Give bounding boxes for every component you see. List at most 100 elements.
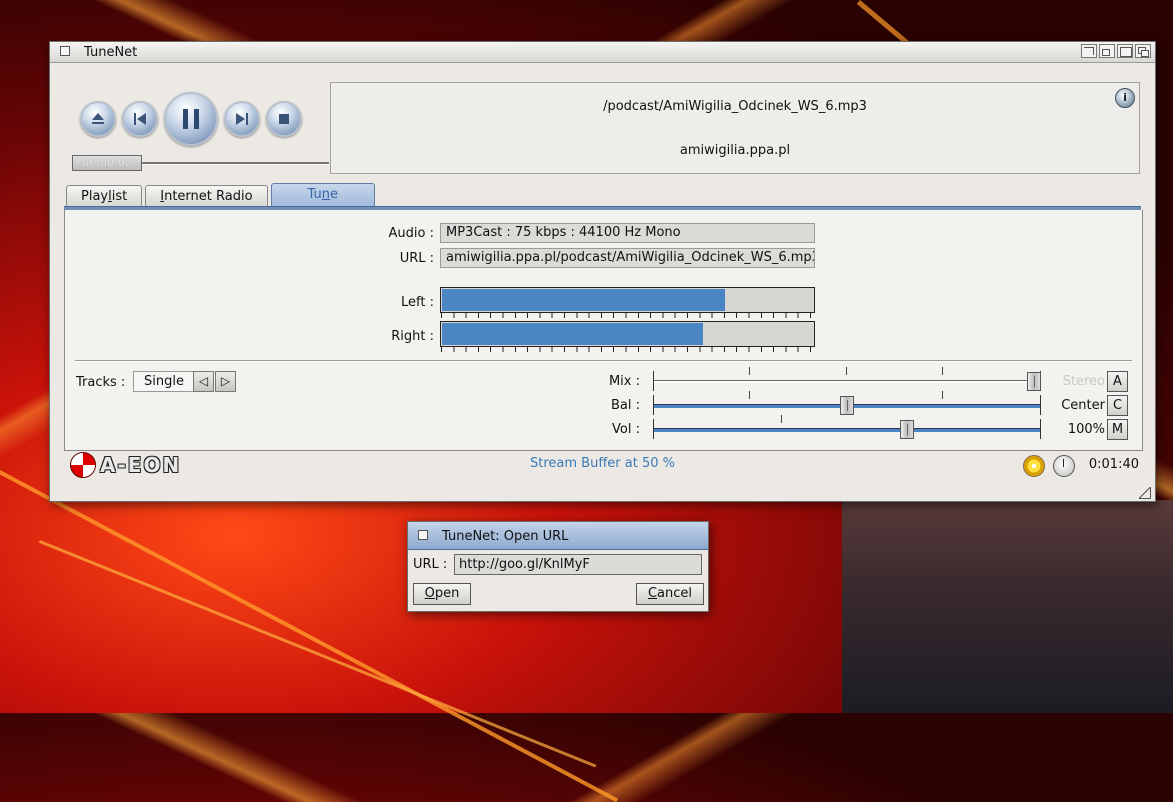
- eject-button[interactable]: [80, 101, 116, 137]
- button-label: pen: [434, 586, 460, 601]
- tab-bar: Playlist Internet Radio Tune: [66, 183, 375, 207]
- slider-edge: [653, 419, 654, 439]
- close-window-button[interactable]: [60, 46, 70, 56]
- slider-edge: [653, 371, 654, 391]
- right-level-fill: [442, 323, 703, 345]
- play-time: 0:01:40: [1088, 457, 1139, 472]
- window-title: TuneNet: [84, 45, 138, 60]
- iconify-button[interactable]: [1081, 44, 1097, 58]
- tab-label: ist: [111, 189, 128, 204]
- meter-ticks: [441, 312, 814, 318]
- audio-info-field: MP3Cast : 75 kbps : 44100 Hz Mono: [440, 223, 815, 243]
- mix-slider[interactable]: [653, 367, 1041, 391]
- balance-center-button[interactable]: C: [1107, 395, 1128, 416]
- slider-track: [653, 428, 1041, 432]
- clock-icon[interactable]: [1053, 455, 1075, 477]
- slider-edge: [653, 395, 654, 415]
- volume-value-label: 100%: [1067, 422, 1105, 437]
- info-icon[interactable]: i: [1115, 88, 1135, 108]
- pause-icon: [183, 109, 199, 129]
- cd-icon[interactable]: [1023, 455, 1045, 477]
- tracks-cycle[interactable]: Single: [133, 371, 195, 392]
- resize-handle[interactable]: [1139, 487, 1151, 499]
- slider-track: [653, 380, 1041, 383]
- dialog-title: TuneNet: Open URL: [442, 529, 569, 544]
- tracks-next-button[interactable]: ▷: [215, 371, 236, 392]
- left-level-meter: [440, 287, 815, 318]
- tracks-label: Tracks :: [76, 375, 126, 390]
- slider-tick: [749, 367, 750, 375]
- stop-button[interactable]: [266, 101, 302, 137]
- now-playing-host: amiwigilia.ppa.pl: [679, 143, 791, 158]
- tab-tune[interactable]: Tune: [270, 183, 375, 207]
- tracks-prev-button[interactable]: ◁: [193, 371, 214, 392]
- next-button[interactable]: [224, 101, 260, 137]
- tab-playlist[interactable]: Playlist: [66, 185, 143, 206]
- now-playing-display: /podcast/AmiWigilia_Odcinek_WS_6.mp3 ami…: [330, 82, 1140, 174]
- balance-label: Bal :: [610, 398, 640, 413]
- tab-label: nternet Radio: [164, 189, 253, 204]
- seek-slider[interactable]: 00:00:00: [72, 155, 329, 171]
- tab-label: Play: [81, 189, 109, 204]
- slider-tick: [942, 367, 943, 375]
- mix-label: Mix :: [608, 374, 640, 389]
- close-dialog-button[interactable]: [418, 530, 428, 540]
- previous-button[interactable]: [122, 101, 158, 137]
- next-icon: [236, 113, 248, 125]
- url-input[interactable]: http://goo.gl/KnlMyF: [454, 554, 702, 575]
- pause-button[interactable]: [164, 92, 218, 146]
- tab-internet-radio[interactable]: Internet Radio: [145, 185, 268, 206]
- zoom-button[interactable]: [1117, 44, 1133, 58]
- tune-panel: Audio : MP3Cast : 75 kbps : 44100 Hz Mon…: [64, 210, 1143, 451]
- slider-tick: [781, 415, 782, 423]
- cancel-button[interactable]: Cancel: [636, 583, 704, 605]
- slider-edge: [1040, 395, 1041, 415]
- right-channel-label: Right :: [391, 329, 434, 344]
- button-label: O: [424, 586, 435, 601]
- dialog-titlebar[interactable]: TuneNet: Open URL: [408, 522, 708, 550]
- window-titlebar[interactable]: TuneNet: [50, 42, 1155, 63]
- volume-slider[interactable]: [653, 415, 1041, 439]
- previous-icon: [134, 113, 146, 125]
- audio-label: Audio :: [388, 226, 434, 241]
- depth-button[interactable]: [1135, 44, 1151, 58]
- titlebar-gadgets: [1081, 44, 1151, 58]
- left-level-fill: [442, 289, 725, 311]
- mix-thumb[interactable]: [1027, 372, 1041, 391]
- meter-ticks: [441, 346, 814, 352]
- balance-mode-label: Center: [1061, 398, 1105, 413]
- button-label: ancel: [657, 586, 693, 601]
- volume-label: Vol :: [612, 422, 640, 437]
- divider: [75, 360, 1132, 362]
- fullscreen-button[interactable]: [1099, 44, 1115, 58]
- right-level-meter: [440, 321, 815, 352]
- transport-controls: [80, 92, 302, 146]
- balance-thumb[interactable]: [840, 396, 854, 415]
- stream-buffer-status: Stream Buffer at 50 %: [530, 456, 675, 471]
- stop-icon: [279, 114, 289, 124]
- mute-button[interactable]: M: [1107, 419, 1128, 440]
- slider-edge: [1040, 419, 1041, 439]
- button-label: C: [647, 586, 658, 601]
- eject-icon: [92, 113, 104, 124]
- background-dark-panel: [842, 500, 1173, 713]
- balance-slider[interactable]: [653, 391, 1041, 415]
- left-channel-label: Left :: [401, 295, 434, 310]
- url-info-field: amiwigilia.ppa.pl/podcast/AmiWigilia_Odc…: [440, 248, 815, 268]
- open-button[interactable]: Open: [413, 583, 471, 605]
- mix-mode-label: Stereo: [1062, 374, 1105, 389]
- elapsed-time[interactable]: 00:00:00: [72, 155, 142, 171]
- dialog-url-label: URL :: [413, 557, 448, 572]
- tab-label: e: [330, 187, 338, 202]
- tunenet-window: TuneNet 00:00:00 /podcast/AmiWigilia_Odc…: [49, 41, 1156, 502]
- tab-label: n: [321, 187, 330, 202]
- open-url-dialog: TuneNet: Open URL URL : http://goo.gl/Kn…: [407, 521, 709, 612]
- mix-mode-button[interactable]: A: [1107, 371, 1128, 392]
- slider-tick: [942, 391, 943, 399]
- slider-tick: [846, 367, 847, 375]
- status-bar: A-EON Stream Buffer at 50 % 0:01:40: [64, 452, 1141, 478]
- volume-thumb[interactable]: [900, 420, 914, 439]
- background-stripe: [0, 470, 619, 802]
- tab-label: Tu: [307, 187, 322, 202]
- slider-tick: [749, 391, 750, 399]
